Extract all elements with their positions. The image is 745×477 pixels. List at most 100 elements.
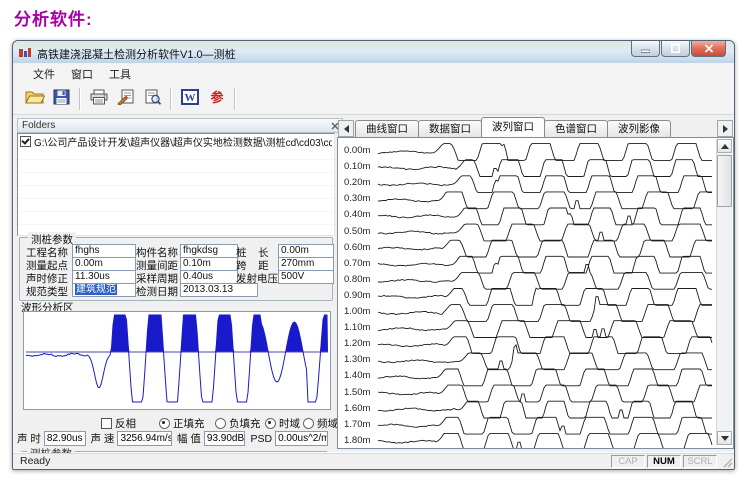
export-icon bbox=[117, 89, 135, 110]
param-button[interactable]: 参 bbox=[203, 87, 230, 112]
titlebar[interactable]: 高铁建浇混凝土检测分析软件V1.0—测桩 bbox=[13, 41, 734, 64]
fill-negative-radio[interactable]: 负填充 bbox=[215, 416, 261, 431]
param-value-field[interactable]: 建筑规范 bbox=[72, 283, 136, 297]
tabs: 曲线窗口数据窗口波列窗口色谱窗口波列影像 bbox=[355, 118, 670, 137]
readout-value-field[interactable]: 0.00us^2/m bbox=[275, 431, 328, 446]
resize-grip[interactable] bbox=[720, 455, 733, 468]
export-button[interactable] bbox=[112, 87, 139, 112]
radio-icon[interactable] bbox=[215, 418, 226, 429]
open-folder-button[interactable] bbox=[21, 87, 48, 112]
depth-label: 0.20m bbox=[344, 177, 370, 188]
folder-item[interactable]: G:\公司产品设计开发\超声仪器\超声仪实地检测数据\测桩cd\cd03\cd0… bbox=[18, 134, 334, 148]
param-value-field[interactable]: fhgkdsg bbox=[180, 244, 238, 258]
scroll-up-button[interactable] bbox=[717, 139, 732, 153]
readout-value-field[interactable]: 3256.94m/s bbox=[117, 431, 172, 446]
print-icon bbox=[89, 89, 109, 110]
word-button[interactable]: W bbox=[176, 87, 203, 112]
param-value-field[interactable]: 500V bbox=[278, 270, 334, 284]
param-value-field[interactable]: 0.40us bbox=[180, 270, 238, 284]
param-value-field[interactable]: 0.00m bbox=[278, 244, 334, 258]
param-value-field[interactable]: 2013.03.13 bbox=[180, 283, 258, 297]
menu-item-tools[interactable]: 工具 bbox=[101, 64, 139, 84]
depth-label: 0.90m bbox=[344, 290, 370, 301]
keyboard-indicators: CAPNUMSCRL bbox=[611, 455, 717, 468]
maximize-icon bbox=[671, 44, 680, 53]
fill-positive-radio[interactable]: 正填充 bbox=[159, 416, 205, 431]
wavetrain-view: 0.00m0.10m0.20m0.30m0.40m0.50m0.60m0.70m… bbox=[337, 137, 734, 449]
scrollbar-thumb[interactable] bbox=[717, 155, 732, 207]
window-controls bbox=[630, 41, 726, 57]
tab-1[interactable]: 曲线窗口 bbox=[355, 120, 419, 137]
print-preview-icon bbox=[144, 89, 162, 110]
status-text: Ready bbox=[20, 455, 50, 467]
param-label: 检测日期 bbox=[136, 284, 178, 299]
radio-icon[interactable] bbox=[159, 418, 170, 429]
checkbox-icon[interactable] bbox=[101, 418, 112, 429]
fill-negative-radio-label: 负填充 bbox=[229, 416, 261, 431]
maximize-button[interactable] bbox=[661, 41, 690, 57]
minimize-icon bbox=[641, 44, 650, 53]
scroll-down-button[interactable] bbox=[717, 431, 732, 445]
depth-label: 1.80m bbox=[344, 435, 370, 446]
open-folder-icon bbox=[25, 89, 45, 110]
freq-domain-radio-label: 频域 bbox=[317, 416, 338, 431]
radio-icon[interactable] bbox=[303, 418, 314, 429]
folders-panel-header[interactable]: Folders bbox=[17, 118, 343, 133]
param-value-field[interactable]: 270mm bbox=[278, 257, 334, 271]
vertical-scrollbar[interactable] bbox=[716, 139, 732, 445]
save-button[interactable] bbox=[48, 87, 75, 112]
tab-5[interactable]: 波列影像 bbox=[607, 120, 671, 137]
folders-list[interactable]: G:\公司产品设计开发\超声仪器\超声仪实地检测数据\测桩cd\cd03\cd0… bbox=[17, 133, 335, 236]
depth-label: 0.60m bbox=[344, 242, 370, 253]
param-value-field[interactable]: 0.10m bbox=[180, 257, 238, 271]
depth-label: 0.30m bbox=[344, 193, 370, 204]
pile-params-group: 测桩参数 工程名称fhghs构件名称fhgkdsg桩 长0.00m测量起点0.0… bbox=[19, 237, 333, 301]
param-value-field[interactable]: 0.00m bbox=[72, 257, 136, 271]
folder-path: G:\公司产品设计开发\超声仪器\超声仪实地检测数据\测桩cd\cd03\cd0… bbox=[34, 134, 332, 149]
tab-4[interactable]: 色谱窗口 bbox=[544, 120, 608, 137]
menu-item-file[interactable]: 文件 bbox=[25, 64, 63, 84]
radio-icon[interactable] bbox=[265, 418, 276, 429]
toolbar-separator bbox=[170, 88, 172, 110]
print-preview-button[interactable] bbox=[139, 87, 166, 112]
depth-label: 0.50m bbox=[344, 226, 370, 237]
param-value-field[interactable]: fhghs bbox=[72, 244, 136, 258]
readout-label: 幅 值 bbox=[177, 431, 201, 446]
depth-label: 0.40m bbox=[344, 209, 370, 220]
arrow-right-icon bbox=[723, 125, 728, 133]
readout-value-field[interactable]: 93.90dB bbox=[204, 431, 246, 446]
minimize-button[interactable] bbox=[631, 41, 660, 57]
time-domain-radio-label: 时域 bbox=[279, 416, 300, 431]
freq-domain-radio[interactable]: 频域 bbox=[303, 416, 338, 431]
fill-positive-radio-label: 正填充 bbox=[173, 416, 205, 431]
param-icon: 参 bbox=[209, 89, 225, 110]
page-heading: 分析软件: bbox=[14, 5, 93, 30]
depth-label: 1.30m bbox=[344, 354, 370, 365]
arrow-down-icon bbox=[721, 436, 729, 441]
param-label: 规范类型 bbox=[26, 284, 68, 299]
menu-item-window[interactable]: 窗口 bbox=[63, 64, 101, 84]
tab-3[interactable]: 波列窗口 bbox=[481, 117, 545, 137]
indicator-num: NUM bbox=[647, 455, 681, 468]
status-bar: Ready CAPNUMSCRL bbox=[13, 452, 734, 469]
tab-2[interactable]: 数据窗口 bbox=[418, 120, 482, 137]
tab-scroll-left-button[interactable] bbox=[338, 120, 354, 137]
depth-label: 0.80m bbox=[344, 274, 370, 285]
close-button[interactable] bbox=[691, 41, 726, 57]
window-title: 高铁建浇混凝土检测分析软件V1.0—测桩 bbox=[37, 46, 236, 62]
param-value-field[interactable]: 11.30us bbox=[72, 270, 136, 284]
time-domain-radio[interactable]: 时域 bbox=[265, 416, 300, 431]
invert-checkbox[interactable]: 反相 bbox=[101, 416, 136, 431]
arrow-left-icon bbox=[344, 125, 349, 133]
print-button[interactable] bbox=[85, 87, 112, 112]
depth-label: 1.50m bbox=[344, 387, 370, 398]
depth-label: 0.70m bbox=[344, 258, 370, 269]
waveform-options-row: 反相 正填充 负填充 时域 频域 bbox=[13, 416, 335, 428]
depth-label: 1.40m bbox=[344, 370, 370, 381]
readout-value-field[interactable]: 82.90us bbox=[44, 431, 86, 446]
close-icon bbox=[704, 44, 714, 53]
tab-scroll-right-button[interactable] bbox=[717, 120, 733, 137]
folder-checkbox[interactable] bbox=[20, 136, 31, 147]
app-window: 高铁建浇混凝土检测分析软件V1.0—测桩 文件窗口工具 W参 Folders G… bbox=[12, 40, 735, 470]
indicator-scrl: SCRL bbox=[683, 455, 717, 468]
